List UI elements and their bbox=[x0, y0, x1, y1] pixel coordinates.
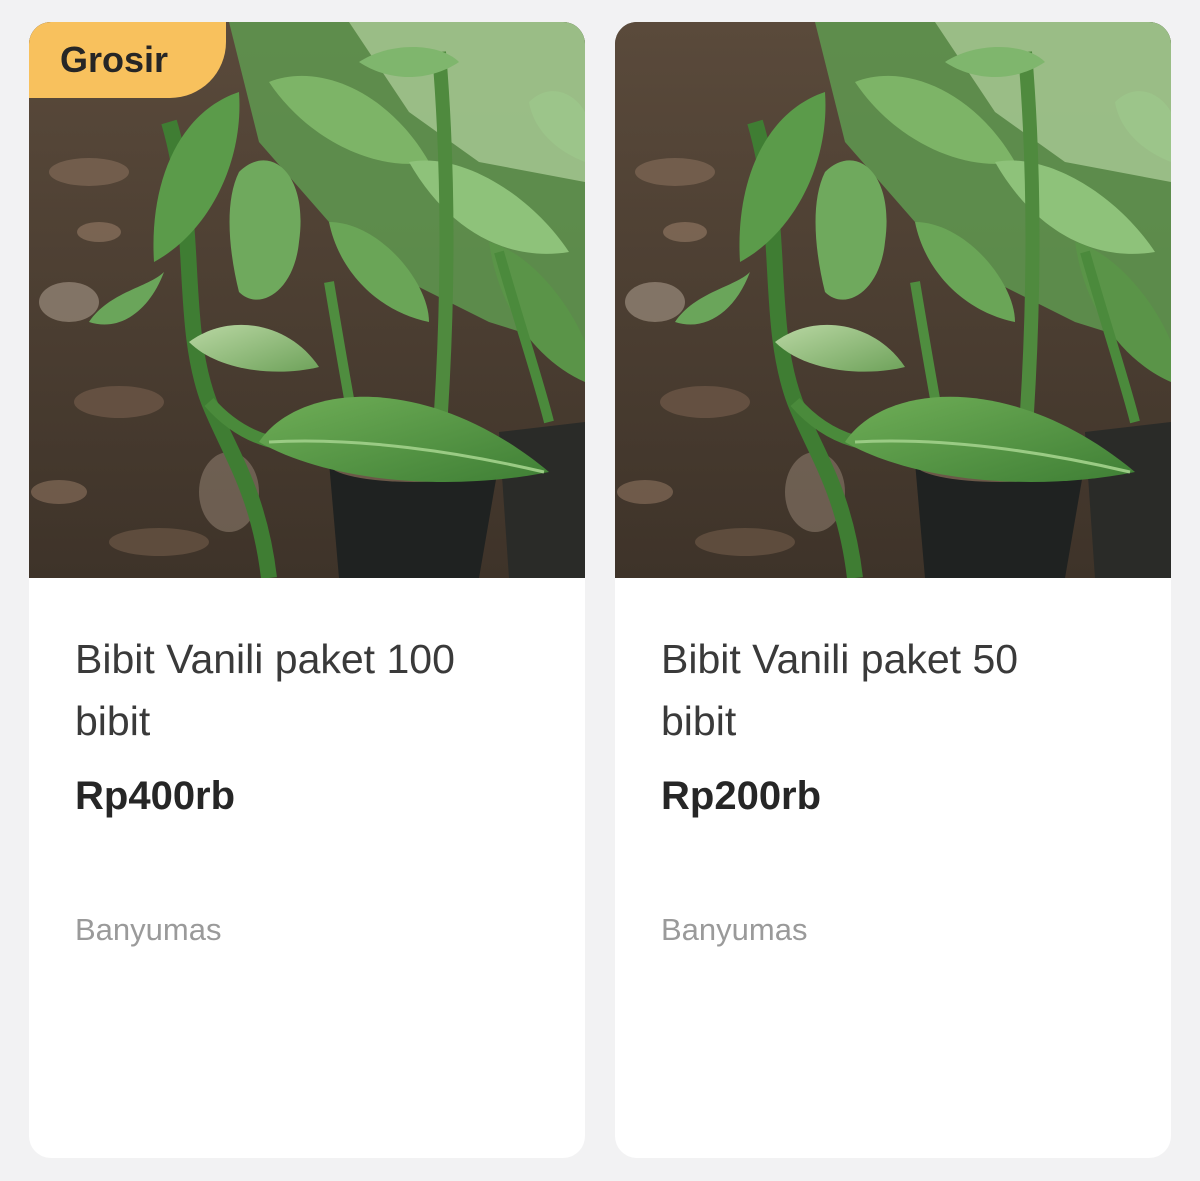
vanilla-seedlings-photo bbox=[615, 22, 1171, 578]
vanilla-seedlings-photo bbox=[29, 22, 585, 578]
listing-info: Bibit Vanili paket 50 bibit Rp200rb Bany… bbox=[615, 578, 1171, 950]
listing-card[interactable]: Bibit Vanili paket 50 bibit Rp200rb Bany… bbox=[615, 22, 1171, 1158]
listing-price: Rp200rb bbox=[661, 774, 822, 818]
listing-location: Banyumas bbox=[75, 912, 222, 947]
listing-title[interactable]: Bibit Vanili paket 50 bibit bbox=[661, 628, 1101, 752]
wholesale-badge: Grosir bbox=[29, 22, 227, 98]
listing-location: Banyumas bbox=[661, 912, 808, 947]
listing-card[interactable]: Grosir Bibit Vanili paket 100 bibit Rp40… bbox=[29, 22, 585, 1158]
product-image[interactable]: Grosir bbox=[29, 22, 585, 578]
product-image[interactable] bbox=[615, 22, 1171, 578]
listing-info: Bibit Vanili paket 100 bibit Rp400rb Ban… bbox=[29, 578, 585, 950]
listing-title[interactable]: Bibit Vanili paket 100 bibit bbox=[75, 628, 515, 752]
listing-price: Rp400rb bbox=[75, 774, 236, 818]
